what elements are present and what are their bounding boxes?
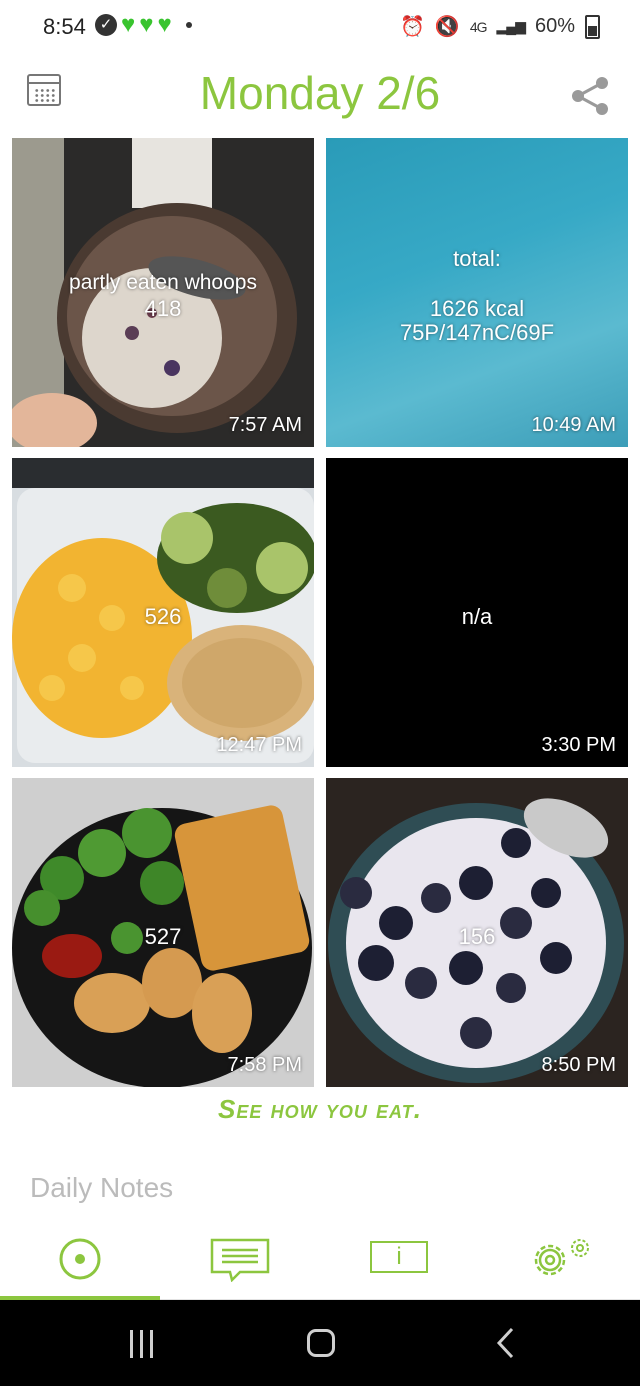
network-type: 4G	[469, 18, 488, 35]
mute-icon: 🔇	[434, 16, 460, 38]
status-time: 8:54	[43, 14, 86, 39]
daily-total-tile[interactable]: total: 1626 kcal 75P/147nC/69F 10:49 AM	[326, 138, 628, 447]
check-icon: ✓	[95, 14, 117, 36]
meal-time: 12:47 PM	[216, 734, 302, 756]
meal-tile-dessert[interactable]: 156 8:50 PM	[326, 778, 628, 1087]
meal-tile-lunch[interactable]: 526 12:47 PM	[12, 458, 314, 767]
meal-time: 10:49 AM	[531, 414, 616, 436]
battery-icon	[585, 14, 600, 39]
status-bar: 8:54 ✓ ♥ ♥ ♥ ⏰ 🔇 4G ▂▄▆ 60%	[0, 0, 640, 52]
camera-circle-icon	[59, 1238, 101, 1280]
meal-tile-breakfast[interactable]: partly eaten whoops 418 7:57 AM	[12, 138, 314, 447]
share-icon[interactable]	[568, 74, 612, 118]
tab-info[interactable]: i	[320, 1228, 480, 1300]
info-icon: i	[370, 1241, 428, 1273]
meal-calories: n/a	[461, 604, 493, 629]
tab-settings[interactable]	[480, 1228, 640, 1300]
tab-camera[interactable]	[0, 1228, 160, 1300]
recent-apps-icon[interactable]	[130, 1330, 153, 1358]
heart-icon: ♥	[157, 11, 172, 38]
meal-calories: 156	[458, 924, 496, 949]
app-tagline: See how you eat.	[218, 1094, 422, 1124]
notes-chat-icon	[210, 1238, 270, 1282]
total-kcal: 1626 kcal	[429, 296, 525, 321]
home-icon[interactable]	[307, 1329, 335, 1357]
meal-time: 7:57 AM	[228, 414, 302, 436]
daily-notes-field[interactable]: Daily Notes	[30, 1172, 173, 1204]
meal-time: 7:58 PM	[227, 1054, 302, 1076]
system-navigation-bar	[0, 1300, 640, 1386]
heart-icon: ♥	[139, 11, 154, 38]
meal-calories: 526	[144, 604, 182, 629]
back-icon[interactable]	[495, 1326, 515, 1360]
meal-time: 3:30 PM	[541, 734, 616, 756]
alarm-icon: ⏰	[400, 16, 425, 38]
heart-icon: ♥	[121, 11, 136, 38]
battery-percent: 60%	[534, 15, 575, 37]
more-notifications-dot	[185, 22, 192, 28]
app-bottom-nav: i	[0, 1228, 640, 1300]
total-macros: 75P/147nC/69F	[399, 320, 555, 345]
meal-calories: 418	[144, 296, 182, 321]
total-label: total:	[453, 246, 501, 271]
meal-tile-dinner[interactable]: 527 7:58 PM	[12, 778, 314, 1087]
page-title: Monday 2/6	[199, 67, 441, 119]
notification-icons: ✓ ♥ ♥ ♥	[95, 11, 192, 38]
meal-tile-snack[interactable]: n/a 3:30 PM	[326, 458, 628, 767]
tab-notes[interactable]	[160, 1228, 320, 1300]
meal-calories: 527	[144, 924, 182, 949]
settings-gears-icon	[534, 1239, 589, 1276]
meal-note: partly eaten whoops	[69, 271, 257, 294]
signal-icon: ▂▄▆	[496, 18, 526, 34]
system-icons: ⏰ 🔇 4G ▂▄▆ 60%	[400, 14, 600, 39]
meal-time: 8:50 PM	[541, 1054, 616, 1076]
